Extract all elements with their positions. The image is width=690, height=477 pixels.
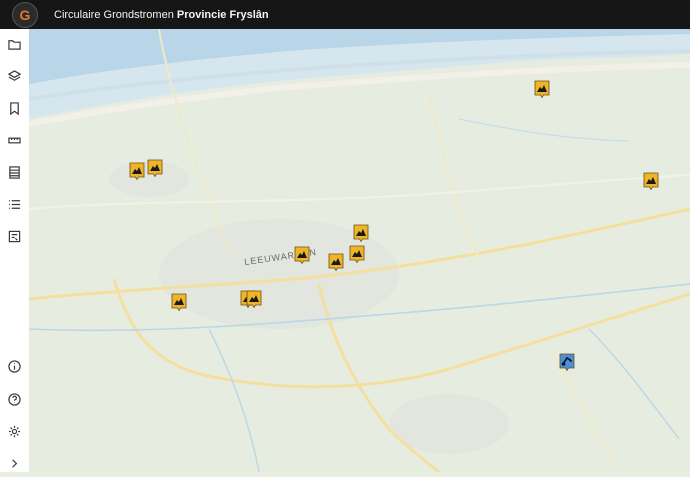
sidebar-layers-button[interactable] bbox=[0, 62, 29, 90]
sidebar-settings-button[interactable] bbox=[0, 417, 29, 445]
soil-pile-marker[interactable] bbox=[328, 253, 344, 272]
app-title: Circulaire Grondstromen Provincie Fryslâ… bbox=[54, 9, 269, 21]
soil-pile-marker[interactable] bbox=[171, 293, 187, 312]
soil-pile-icon bbox=[349, 245, 365, 264]
bookmark-icon bbox=[10, 101, 19, 115]
soil-pile-icon bbox=[643, 172, 659, 191]
ruler-icon bbox=[8, 137, 21, 143]
sidebar-expand-button[interactable] bbox=[0, 449, 29, 477]
soil-pile-marker[interactable] bbox=[294, 246, 310, 265]
sidebar-measure-button[interactable] bbox=[0, 126, 29, 154]
sidebar-folder-button[interactable] bbox=[0, 30, 29, 58]
excavator-icon bbox=[559, 353, 575, 372]
sidebar-info-button[interactable] bbox=[0, 352, 29, 380]
soil-pile-icon bbox=[534, 80, 550, 99]
map-view[interactable]: LEEUWARDEN bbox=[29, 29, 690, 472]
table-icon bbox=[9, 165, 20, 179]
sidebar-help-button[interactable] bbox=[0, 385, 29, 413]
help-icon bbox=[8, 392, 21, 406]
sidebar-report-button[interactable] bbox=[0, 222, 29, 250]
soil-pile-icon bbox=[129, 162, 145, 181]
soil-pile-marker[interactable] bbox=[147, 159, 163, 178]
sidebar bbox=[0, 29, 30, 472]
expand-chevron-icon bbox=[12, 458, 18, 468]
soil-pile-icon bbox=[353, 224, 369, 243]
soil-pile-icon bbox=[328, 253, 344, 272]
sidebar-table-button[interactable] bbox=[0, 158, 29, 186]
layers-icon bbox=[8, 69, 21, 81]
app-title-prefix: Circulaire Grondstromen bbox=[54, 8, 174, 21]
folder-icon bbox=[8, 39, 21, 50]
soil-pile-marker[interactable] bbox=[246, 290, 262, 309]
sidebar-bookmark-button[interactable] bbox=[0, 94, 29, 122]
soil-pile-icon bbox=[171, 293, 187, 312]
soil-pile-marker[interactable] bbox=[353, 224, 369, 243]
excavator-marker[interactable] bbox=[559, 353, 575, 372]
settings-icon bbox=[8, 425, 21, 437]
soil-pile-marker[interactable] bbox=[129, 162, 145, 181]
soil-pile-marker[interactable] bbox=[643, 172, 659, 191]
top-bar: G Circulaire Grondstromen Provincie Frys… bbox=[0, 0, 690, 29]
soil-pile-marker[interactable] bbox=[349, 245, 365, 264]
soil-pile-icon bbox=[246, 290, 262, 309]
soil-pile-icon bbox=[294, 246, 310, 265]
app-title-bold: Provincie Fryslân bbox=[176, 8, 269, 21]
app-logo[interactable]: G bbox=[12, 1, 38, 28]
soil-pile-icon bbox=[147, 159, 163, 178]
sidebar-list-button[interactable] bbox=[0, 190, 29, 218]
soil-pile-marker[interactable] bbox=[534, 80, 550, 99]
report-icon bbox=[8, 230, 21, 242]
info-icon bbox=[8, 359, 21, 373]
list-icon bbox=[8, 199, 21, 209]
